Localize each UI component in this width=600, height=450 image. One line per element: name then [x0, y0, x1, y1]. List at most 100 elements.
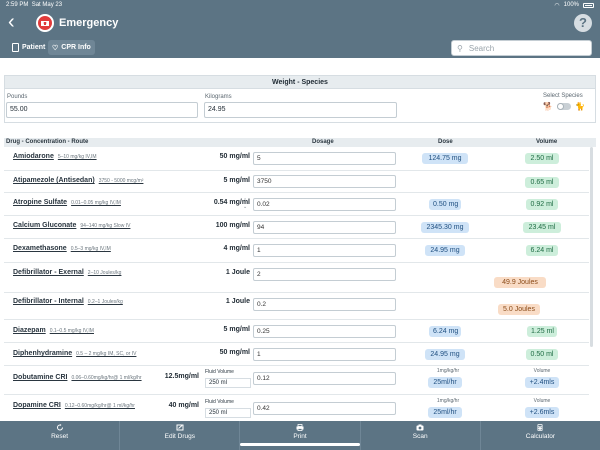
drug-name-link[interactable]: Dexamethasone 0.5–3 mg/kg IV,IM [13, 245, 111, 252]
drug-range: 0.12–0.60mg/kg/hr@ 1 ml/kg/hr [64, 403, 135, 409]
kilograms-field[interactable]: 24.95 [204, 102, 397, 118]
drug-row-dexamethasone: Dexamethasone 0.5–3 mg/kg IV,IM 4 mg/ml 1… [4, 239, 589, 263]
drug-concentration: 5 mg/ml [223, 326, 250, 333]
drug-range: 94–140 mg/kg Slow IV [80, 223, 131, 229]
cri-rate-label: 1mg/kg/hr [436, 368, 460, 374]
dosage-input[interactable]: 0.2 [253, 298, 396, 311]
drug-concentration: 1 Joule [225, 298, 250, 305]
header-volume: Volume [536, 139, 558, 145]
dosage-input[interactable]: 0.02 [253, 198, 396, 211]
drug-table-header: Drug - Concentration - Route Dosage Dose… [4, 138, 596, 147]
drug-name-link[interactable]: Dopamine CRI 0.12–0.60mg/kg/hr@ 1 ml/kg/h… [13, 402, 135, 409]
back-button[interactable]: ‹ [8, 12, 22, 32]
volume-result: 0.50 ml [526, 349, 558, 360]
tab-patient[interactable]: Patient [8, 40, 49, 55]
kilograms-label: Kilograms [205, 94, 232, 100]
cat-icon[interactable]: 🐈 [575, 102, 585, 111]
drug-row-diazepam: Diazepam 0.1–0.5 mg/kg IV,IM 5 mg/ml 0.25… [4, 320, 589, 343]
concentration-stepper-icon[interactable]: ⌃ ⌄ [243, 198, 247, 210]
drug-range: 0.01–0.05 mg/kg IV,IM [71, 200, 121, 206]
print-label: Print [293, 433, 307, 440]
fluid-volume-label: Fluid Volume [205, 399, 234, 405]
header-drug: Drug - Concentration - Route [6, 139, 89, 145]
dose-result: 2345.30 mg [421, 222, 469, 233]
drug-row-atipamezole: Atipamezole (Antisedan) 3750 - 5000 mcg/m… [4, 171, 589, 193]
dosage-input[interactable]: 5 [253, 152, 396, 165]
dosage-input[interactable]: 0.42 [253, 402, 396, 415]
reset-label: Reset [51, 433, 69, 440]
edit-icon [176, 424, 184, 431]
drug-row-defibrillator-external: Defibrillator - Exernal 2–10 Joules/kg 1 … [4, 263, 589, 293]
drug-name-link[interactable]: Diphenhydramine 0.5 – 2 mg/kg IM, SC, or … [13, 350, 136, 357]
dosage-input[interactable]: 94 [253, 221, 396, 234]
ambulance-icon [36, 14, 54, 32]
species-label: Select Species [543, 93, 583, 99]
drug-concentration: 100 mg/ml [215, 222, 250, 229]
pounds-label: Pounds [7, 94, 28, 100]
drug-concentration: 50 mg/ml [219, 349, 250, 356]
drug-name-link[interactable]: Defibrillator - Exernal 2–10 Joules/kg [13, 269, 121, 276]
drug-range: 3750 - 5000 mcg/m² [98, 178, 144, 184]
drug-name-link[interactable]: Defibrillator - Internal 0.2–1 Joules/kg [13, 298, 123, 305]
fluid-volume-field[interactable]: 250 ml [205, 378, 251, 388]
species-toggle[interactable] [556, 103, 571, 110]
species-selector: Select Species 🐕 🐈 [543, 93, 587, 111]
help-button[interactable]: ? [574, 14, 592, 32]
drug-name-link[interactable]: Calcium Gluconate 94–140 mg/kg Slow IV [13, 222, 130, 229]
calculator-button[interactable]: Calculator [481, 421, 600, 450]
reset-button[interactable]: Reset [0, 421, 121, 450]
drug-concentration: 50 mg/ml [219, 153, 250, 160]
dosage-input[interactable]: 1 [253, 348, 396, 361]
camera-icon [416, 424, 424, 431]
drug-name-link[interactable]: Atropine Sulfate 0.01–0.05 mg/kg IV,IM [13, 199, 121, 206]
drug-name-link[interactable]: Atipamezole (Antisedan) 3750 - 5000 mcg/m… [13, 177, 143, 184]
drug-range: 5–10 mg/kg IV,IM [57, 154, 97, 160]
app-header: ‹ Emergency ? Patient ♡ CPR Info ⚲ Searc… [0, 10, 600, 58]
weight-panel-title: Weight - Species [5, 76, 595, 89]
dose-result: 24.95 mg [425, 349, 465, 360]
drug-range: 0.5–3 mg/kg IV,IM [70, 246, 111, 252]
patient-icon [12, 43, 19, 52]
drug-range: 0.1–0.5 mg/kg IV,IM [49, 328, 94, 334]
page-title: Emergency [59, 17, 119, 29]
dosage-input[interactable]: 2 [253, 268, 396, 281]
joules-result: 5.0 Joules [498, 304, 540, 315]
dosage-input[interactable]: 0.12 [253, 372, 396, 385]
drug-range: 2–10 Joules/kg [87, 270, 122, 276]
volume-result: 1.25 ml [527, 326, 557, 337]
fluid-volume-box: Fluid Volume 250 ml [205, 399, 251, 418]
cri-volume-result: +2.6mls [525, 407, 559, 418]
drug-name-link[interactable]: Diazepam 0.1–0.5 mg/kg IV,IM [13, 327, 94, 334]
drug-row-dobutamine-cri: Dobutamine CRI 0.06–0.60mg/kg/hr@ 1 ml/kg… [4, 366, 589, 395]
drug-concentration: 1 Joule [225, 269, 250, 276]
header-dosage: Dosage [312, 139, 334, 145]
fluid-volume-field[interactable]: 250 ml [205, 408, 251, 418]
scan-button[interactable]: Scan [361, 421, 481, 450]
dosage-input[interactable]: 1 [253, 244, 396, 257]
drug-range: 0.5 – 2 mg/kg IM, SC, or IV [76, 351, 137, 357]
drug-list-scrollbar[interactable] [590, 147, 593, 347]
drug-list: Amiodarone 5–10 mg/kg IV,IM 50 mg/ml 5 1 2… [4, 147, 589, 419]
volume-result: 6.24 ml [526, 245, 558, 256]
pounds-field[interactable]: 55.00 [6, 102, 198, 118]
status-bar: 2:59 PM Sat May 23 ◠ 100% [0, 0, 600, 10]
volume-result: 23.45 ml [523, 222, 561, 233]
dosage-input[interactable]: 0.25 [253, 325, 396, 338]
volume-result: 0.65 ml [525, 177, 559, 188]
search-input[interactable]: ⚲ Search [451, 40, 592, 56]
drug-name-link[interactable]: Amiodarone 5–10 mg/kg IV,IM [13, 153, 97, 160]
dosage-input[interactable]: 3750 [253, 175, 396, 188]
dog-icon[interactable]: 🐕 [543, 102, 553, 111]
drug-row-dopamine-cri: Dopamine CRI 0.12–0.60mg/kg/hr@ 1 ml/kg/h… [4, 395, 589, 419]
heartbeat-icon: ♡ [52, 44, 59, 52]
drug-range: 0.2–1 Joules/kg [87, 299, 123, 305]
search-placeholder: Search [468, 43, 495, 53]
cri-volume-label: Volume [533, 368, 551, 374]
cri-volume-result: +2.4mls [525, 377, 559, 388]
tab-cpr-info[interactable]: ♡ CPR Info [48, 40, 95, 55]
tab-cpr-label: CPR Info [61, 44, 91, 51]
home-indicator[interactable] [240, 443, 360, 446]
drug-name-link[interactable]: Dobutamine CRI 0.06–0.60mg/kg/hr@ 1 ml/kg… [13, 374, 142, 381]
drug-row-amiodarone: Amiodarone 5–10 mg/kg IV,IM 50 mg/ml 5 12… [4, 147, 589, 171]
edit-drugs-button[interactable]: Edit Drugs [120, 421, 241, 450]
